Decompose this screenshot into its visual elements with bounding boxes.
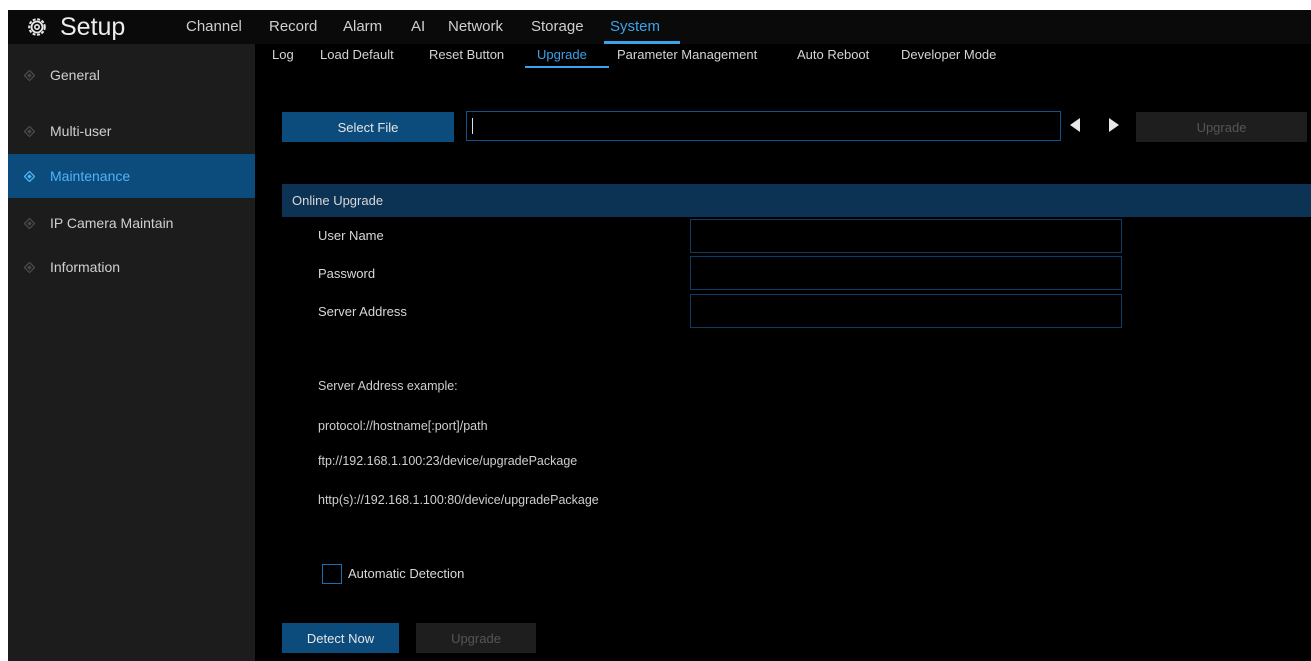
sidebar: General Multi-user Maintenance IP Camera… <box>8 44 255 661</box>
diamond-icon <box>24 170 35 182</box>
detect-now-button[interactable]: Detect Now <box>282 623 399 653</box>
server-address-example-http: http(s)://192.168.1.100:80/device/upgrad… <box>318 493 599 507</box>
diamond-icon <box>24 69 35 81</box>
file-path-input[interactable] <box>466 111 1061 141</box>
menu-item-ai[interactable]: AI <box>411 18 425 35</box>
sidebar-item-label: Maintenance <box>50 168 131 184</box>
sidebar-item-general[interactable]: General <box>8 53 255 97</box>
sidebar-item-label: Information <box>50 259 121 275</box>
text-caret <box>472 118 473 134</box>
tab-auto-reboot[interactable]: Auto Reboot <box>797 47 869 62</box>
sidebar-item-label: General <box>50 67 100 83</box>
brand: Setup <box>26 10 125 44</box>
sidebar-item-maintenance[interactable]: Maintenance <box>8 154 255 198</box>
automatic-detection-checkbox[interactable] <box>322 564 342 584</box>
menu-item-record[interactable]: Record <box>269 18 317 35</box>
page-title: Setup <box>60 12 126 41</box>
user-name-field[interactable] <box>690 219 1122 253</box>
tab-active-underline <box>525 66 609 68</box>
diamond-icon <box>24 125 35 137</box>
tab-parameter-management[interactable]: Parameter Management <box>617 47 757 62</box>
menu-item-storage[interactable]: Storage <box>531 18 584 35</box>
automatic-detection-label: Automatic Detection <box>348 566 465 581</box>
gear-icon <box>28 18 46 36</box>
sidebar-item-label: IP Camera Maintain <box>50 215 174 231</box>
arrow-left-icon[interactable] <box>1070 118 1080 132</box>
server-address-example-ftp: ftp://192.168.1.100:23/device/upgradePac… <box>318 454 578 468</box>
top-bar: Setup Channel Record Alarm AI Network St… <box>8 10 1311 44</box>
arrow-right-icon[interactable] <box>1109 118 1119 132</box>
tab-upgrade[interactable]: Upgrade <box>537 47 587 62</box>
app-window: Setup Channel Record Alarm AI Network St… <box>8 10 1311 661</box>
sidebar-item-ip-camera-maintain[interactable]: IP Camera Maintain <box>8 201 255 245</box>
menu-item-network[interactable]: Network <box>448 18 503 35</box>
server-address-example-title: Server Address example: <box>318 379 458 393</box>
sidebar-item-information[interactable]: Information <box>8 245 255 289</box>
password-label: Password <box>318 266 376 281</box>
diamond-icon <box>24 261 35 273</box>
sidebar-item-label: Multi-user <box>50 123 112 139</box>
section-title: Online Upgrade <box>292 193 384 208</box>
server-address-field[interactable] <box>690 294 1122 328</box>
server-address-example-format: protocol://hostname[:port]/path <box>318 419 488 433</box>
upgrade-file-button[interactable]: Upgrade <box>1136 112 1307 142</box>
sidebar-item-multi-user[interactable]: Multi-user <box>8 109 255 153</box>
menu-item-system[interactable]: System <box>610 18 660 35</box>
tab-log[interactable]: Log <box>272 47 294 62</box>
online-upgrade-section-header: Online Upgrade <box>282 184 1311 217</box>
server-address-label: Server Address <box>318 304 407 319</box>
sub-tabs: Log Load Default Reset Button Upgrade Pa… <box>255 44 1311 68</box>
online-upgrade-button[interactable]: Upgrade <box>416 623 536 653</box>
menu-item-channel[interactable]: Channel <box>186 18 242 35</box>
tab-reset-button[interactable]: Reset Button <box>429 47 504 62</box>
menu-item-alarm[interactable]: Alarm <box>343 18 382 35</box>
diamond-icon <box>24 217 35 229</box>
user-name-label: User Name <box>318 228 384 243</box>
content-area: Log Load Default Reset Button Upgrade Pa… <box>255 44 1311 661</box>
tab-load-default[interactable]: Load Default <box>320 47 394 62</box>
select-file-button[interactable]: Select File <box>282 112 454 142</box>
tab-developer-mode[interactable]: Developer Mode <box>901 47 996 62</box>
password-field[interactable] <box>690 256 1122 290</box>
